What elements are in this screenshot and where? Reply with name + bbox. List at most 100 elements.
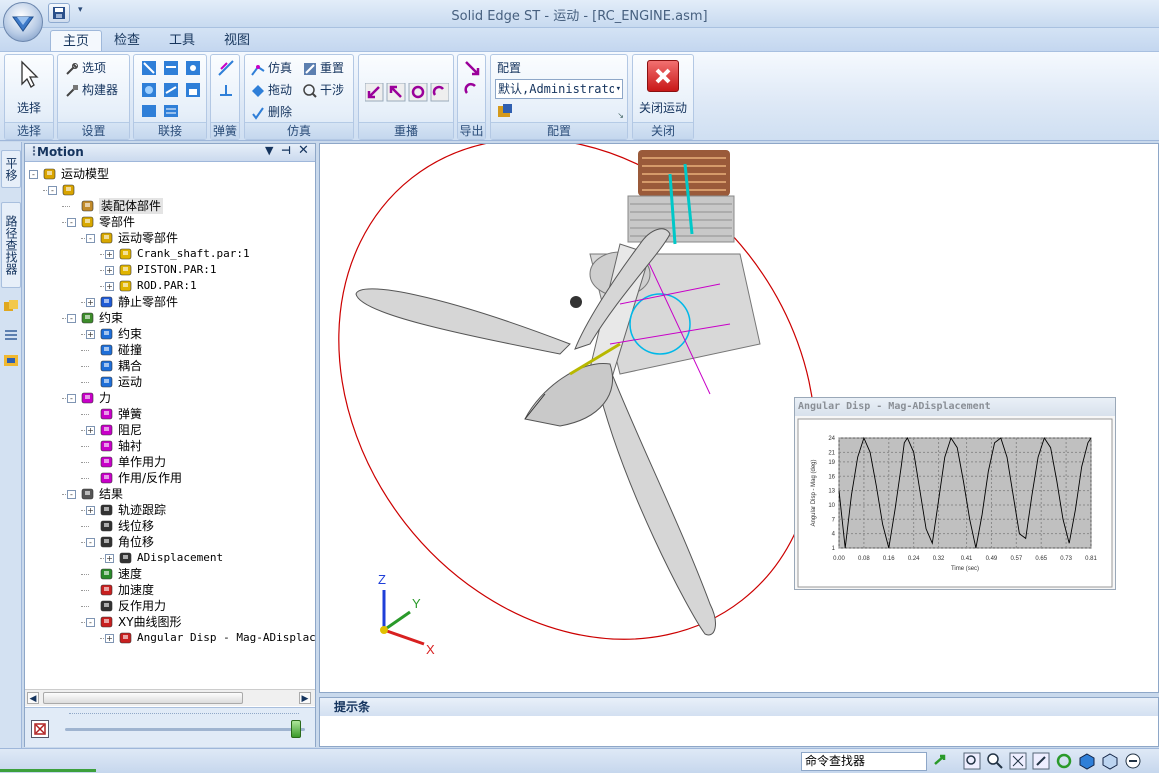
export-loop-icon[interactable] bbox=[463, 81, 481, 102]
tree-node[interactable]: - bbox=[25, 182, 315, 198]
expand-icon[interactable]: + bbox=[105, 266, 114, 275]
tab-inspect[interactable]: 检查 bbox=[102, 30, 152, 52]
expand-icon[interactable]: + bbox=[105, 282, 114, 291]
tree-node[interactable]: 单作用力 bbox=[25, 454, 315, 470]
drag-button[interactable]: 拖动 bbox=[250, 81, 292, 99]
side-tab-library-icon[interactable] bbox=[3, 352, 19, 371]
close-motion-button[interactable]: 关闭运动 bbox=[633, 99, 693, 116]
tree-node[interactable]: - 运动模型 bbox=[25, 166, 315, 182]
dialog-launcher-icon[interactable]: ↘ bbox=[617, 111, 624, 120]
side-tab-pan[interactable]: 平移 bbox=[1, 150, 21, 188]
tree-node[interactable]: - 运动零部件 bbox=[25, 230, 315, 246]
config-save-icon[interactable] bbox=[497, 103, 513, 122]
collapse-icon[interactable]: - bbox=[86, 234, 95, 243]
tab-home[interactable]: 主页 bbox=[50, 30, 103, 52]
tree-node[interactable]: + 阻尼 bbox=[25, 422, 315, 438]
expand-icon[interactable]: + bbox=[105, 634, 114, 643]
spring-tool-icon[interactable] bbox=[217, 59, 235, 80]
moving-parts-icon bbox=[100, 232, 113, 244]
command-finder-go-icon[interactable] bbox=[932, 752, 950, 770]
export-video-icon[interactable] bbox=[463, 59, 481, 80]
timeline-slider-thumb[interactable] bbox=[291, 720, 301, 738]
scroll-thumb[interactable] bbox=[43, 692, 243, 704]
scroll-right-icon[interactable]: ▶ bbox=[299, 692, 311, 704]
interference-button[interactable]: 干涉 bbox=[302, 81, 344, 99]
tree-node[interactable]: + ROD.PAR:1 bbox=[25, 278, 315, 294]
panel-menu-icon[interactable]: ▼ bbox=[265, 144, 273, 157]
collapse-icon[interactable]: - bbox=[67, 394, 76, 403]
options-button[interactable]: 选项 bbox=[64, 59, 106, 77]
tree-node-label: 耦合 bbox=[118, 359, 143, 373]
shaded-view-icon[interactable] bbox=[1078, 752, 1096, 770]
tab-view[interactable]: 视图 bbox=[212, 30, 262, 52]
zoom-area-icon[interactable] bbox=[963, 752, 981, 770]
collapse-icon[interactable]: - bbox=[67, 218, 76, 227]
tab-tools[interactable]: 工具 bbox=[157, 30, 207, 52]
axis-x-label: X bbox=[426, 642, 435, 657]
tree-node[interactable]: -力 bbox=[25, 390, 315, 406]
tree-node[interactable]: 弹簧 bbox=[25, 406, 315, 422]
panel-pin-icon[interactable]: ⊣ bbox=[281, 144, 291, 157]
tree-node[interactable]: + ADisplacement bbox=[25, 550, 315, 566]
command-finder-input[interactable]: 命令查找器 bbox=[801, 752, 927, 771]
expand-icon[interactable]: + bbox=[86, 298, 95, 307]
tree-node[interactable]: 碰撞 bbox=[25, 342, 315, 358]
collapse-icon[interactable]: - bbox=[86, 618, 95, 627]
tree-node[interactable]: + 约束 bbox=[25, 326, 315, 342]
tree-node[interactable]: + Angular Disp - Mag-ADisplacement bbox=[25, 630, 315, 646]
tree-node[interactable]: - 零部件 bbox=[25, 214, 315, 230]
timeline-slider-track[interactable] bbox=[65, 728, 305, 731]
replay-forward-icon bbox=[430, 82, 450, 102]
builder-button[interactable]: 构建器 bbox=[64, 81, 118, 99]
expand-icon[interactable]: + bbox=[105, 554, 114, 563]
tree-node[interactable]: 耦合 bbox=[25, 358, 315, 374]
reset-button[interactable]: 重置 bbox=[302, 59, 344, 77]
collapse-icon[interactable]: - bbox=[48, 186, 57, 195]
tree-node[interactable]: 速度 bbox=[25, 566, 315, 582]
expand-icon[interactable]: + bbox=[86, 506, 95, 515]
simulate-label: 仿真 bbox=[268, 61, 293, 75]
tree-node[interactable]: - XY曲线图形 bbox=[25, 614, 315, 630]
simulate-button[interactable]: 仿真 bbox=[250, 59, 292, 77]
tree-node[interactable]: + PISTON.PAR:1 bbox=[25, 262, 315, 278]
tree-node[interactable]: 作用/反作用 bbox=[25, 470, 315, 486]
xy-plot-window[interactable]: Angular Disp - Mag-ADisplacement 0.00 0.0… bbox=[794, 397, 1116, 590]
pan-icon[interactable] bbox=[1032, 752, 1050, 770]
tree-node[interactable]: + Crank_shaft.par:1 bbox=[25, 246, 315, 262]
expand-icon[interactable]: + bbox=[86, 426, 95, 435]
select-button[interactable]: 选择 bbox=[5, 99, 53, 116]
side-tab-pathfinder[interactable]: 路径查找器 bbox=[1, 202, 21, 288]
fit-icon[interactable] bbox=[1009, 752, 1027, 770]
tree-node[interactable]: 运动 bbox=[25, 374, 315, 390]
stop-button[interactable] bbox=[31, 720, 49, 738]
config-select[interactable]: 默认,Administrato ▾ bbox=[495, 79, 623, 99]
collapse-icon[interactable]: - bbox=[29, 170, 38, 179]
collapse-icon[interactable]: - bbox=[86, 538, 95, 547]
zoom-out-icon[interactable] bbox=[1124, 752, 1142, 770]
tree-node[interactable]: 反作用力 bbox=[25, 598, 315, 614]
zoom-icon[interactable] bbox=[986, 752, 1004, 770]
damper-tool-icon[interactable] bbox=[217, 81, 235, 102]
rotate-icon[interactable] bbox=[1055, 752, 1073, 770]
tree-node[interactable]: - 约束 bbox=[25, 310, 315, 326]
expand-icon[interactable]: + bbox=[105, 250, 114, 259]
side-tab-parts-icon[interactable] bbox=[3, 298, 19, 317]
delete-button[interactable]: 删除 bbox=[250, 103, 292, 121]
tree-horizontal-scrollbar[interactable]: ◀ ▶ bbox=[25, 689, 315, 706]
tree-node[interactable]: + 静止零部件 bbox=[25, 294, 315, 310]
wireframe-view-icon[interactable] bbox=[1101, 752, 1119, 770]
collapse-icon[interactable]: - bbox=[67, 314, 76, 323]
collapse-icon[interactable]: - bbox=[67, 490, 76, 499]
tree-node[interactable]: 线位移 bbox=[25, 518, 315, 534]
tree-node[interactable]: - 角位移 bbox=[25, 534, 315, 550]
tree-node[interactable]: 加速度 bbox=[25, 582, 315, 598]
panel-close-icon[interactable]: ✕ bbox=[298, 143, 309, 158]
expand-icon[interactable]: + bbox=[86, 330, 95, 339]
tree-node[interactable]: + 轨迹跟踪 bbox=[25, 502, 315, 518]
tree-node[interactable]: 轴衬 bbox=[25, 438, 315, 454]
side-tab-layers-icon[interactable] bbox=[3, 326, 19, 345]
application-button[interactable] bbox=[3, 2, 43, 42]
tree-node[interactable]: 装配体部件 bbox=[25, 198, 315, 214]
scroll-left-icon[interactable]: ◀ bbox=[27, 692, 39, 704]
tree-node[interactable]: - 结果 bbox=[25, 486, 315, 502]
